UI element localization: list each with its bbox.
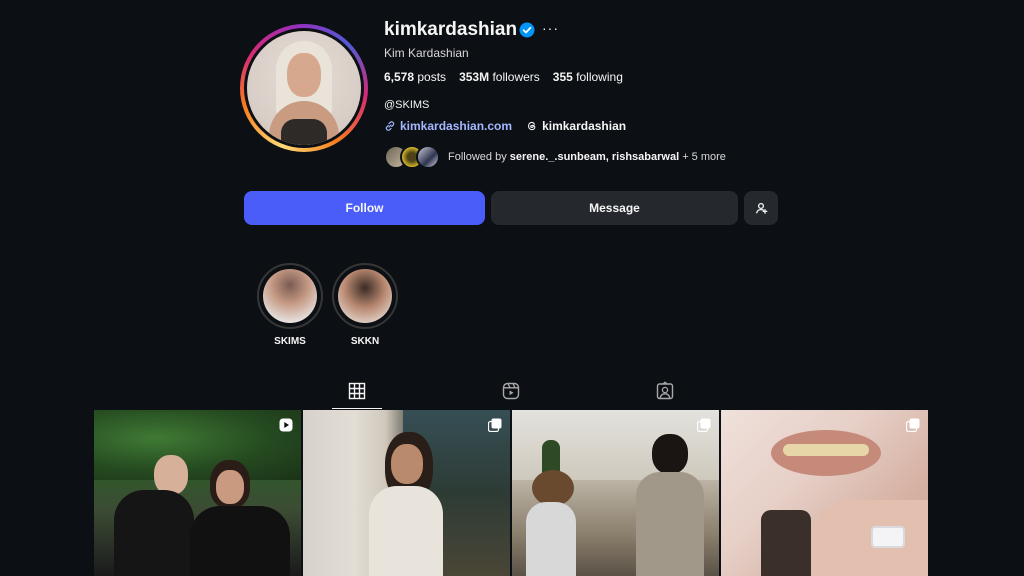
post-thumbnail[interactable] — [721, 410, 928, 576]
carousel-icon — [906, 418, 920, 432]
avatar[interactable] — [247, 31, 361, 145]
carousel-icon — [488, 418, 502, 432]
profile-stats: 6,578 posts 353M followers 355 following — [384, 70, 623, 84]
profile-full-name: Kim Kardashian — [384, 46, 469, 60]
followed-by-text: Followed by serene._.sunbeam, rishsabarw… — [448, 151, 726, 163]
following-stat[interactable]: 355 following — [553, 70, 623, 84]
highlight-cover — [263, 269, 317, 323]
reel-icon — [279, 418, 293, 432]
post-thumbnail[interactable] — [94, 410, 301, 576]
follower-avatar — [416, 145, 440, 169]
followed-by[interactable]: Followed by serene._.sunbeam, rishsabarw… — [384, 145, 726, 169]
threads-link[interactable]: kimkardashian — [526, 119, 626, 133]
post-thumbnail[interactable] — [512, 410, 719, 576]
post-thumbnail[interactable] — [303, 410, 510, 576]
highlight-skkn[interactable]: SKKN — [332, 263, 398, 347]
highlight-cover — [338, 269, 392, 323]
website-link[interactable]: kimkardashian.com — [384, 119, 512, 133]
highlight-skims[interactable]: SKIMS — [257, 263, 323, 347]
grid-icon[interactable] — [347, 381, 367, 401]
profile-links: kimkardashian.com kimkardashian — [384, 119, 626, 133]
reels-icon[interactable] — [501, 381, 521, 401]
link-icon — [385, 121, 395, 131]
profile-username: kimkardashian — [384, 19, 518, 40]
carousel-icon — [697, 418, 711, 432]
profile-avatar-ring[interactable] — [240, 24, 368, 152]
posts-stat: 6,578 posts — [384, 70, 447, 84]
highlight-label: SKKN — [350, 336, 380, 347]
profile-bio[interactable]: @SKIMS — [384, 99, 429, 111]
suggested-users-button[interactable] — [744, 191, 778, 225]
verified-badge-icon — [519, 22, 535, 38]
add-user-icon — [756, 202, 768, 214]
highlight-label: SKIMS — [274, 336, 306, 347]
follow-button[interactable]: Follow — [244, 191, 485, 225]
more-options-icon[interactable]: ··· — [542, 20, 559, 36]
active-tab-indicator — [332, 408, 382, 409]
posts-grid — [94, 410, 929, 576]
message-button[interactable]: Message — [491, 191, 738, 225]
threads-icon — [528, 121, 536, 131]
tagged-icon[interactable] — [655, 381, 675, 401]
followers-stat[interactable]: 353M followers — [459, 70, 540, 84]
